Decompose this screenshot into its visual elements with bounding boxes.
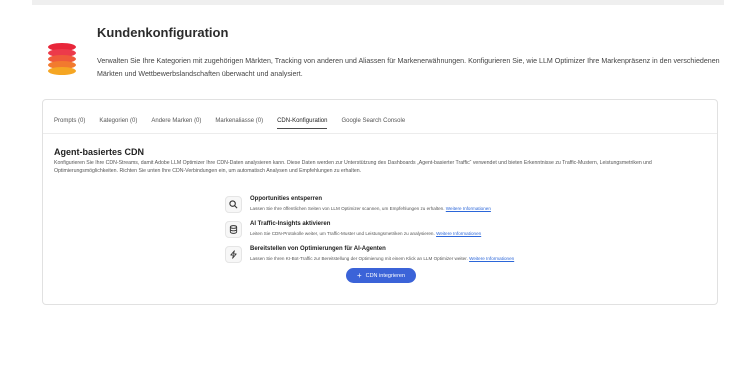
feature-title: Bereitstellen von Optimierungen für AI-A… <box>250 246 386 252</box>
tab-google-search-console[interactable]: Google Search Console <box>341 118 405 129</box>
tab-bar: Prompts (0) Kategorien (0) Andere Marken… <box>54 118 419 129</box>
tab-kategorien[interactable]: Kategorien (0) <box>99 118 137 129</box>
page-title: Kundenkonfiguration <box>97 25 229 40</box>
feature-description: Leiten Sie CDN-Protokolle weiter, um Tra… <box>250 231 481 236</box>
config-card: Prompts (0) Kategorien (0) Andere Marken… <box>42 99 718 305</box>
feature-description-text: Lassen Sie Ihre öffentlichen Seiten von … <box>250 206 445 211</box>
tab-cdn-konfiguration[interactable]: CDN-Konfiguration <box>277 118 328 129</box>
tab-markenaliasse[interactable]: Markenaliasse (0) <box>215 118 263 129</box>
plus-icon: + <box>356 270 362 280</box>
learn-more-link[interactable]: Weitere Informationen <box>469 256 514 261</box>
feature-title: AI Traffic-Insights aktivieren <box>250 221 331 227</box>
feature-title: Opportunities entsperren <box>250 196 323 202</box>
feature-description-text: Leiten Sie CDN-Protokolle weiter, um Tra… <box>250 231 435 236</box>
app-logo-icon <box>48 43 76 75</box>
search-icon <box>225 196 242 213</box>
tab-divider <box>43 133 717 134</box>
section-description: Konfigurieren Sie Ihre CDN-Streams, dami… <box>54 160 652 174</box>
cdn-integrate-label: CDN integrieren <box>365 272 406 279</box>
database-icon <box>225 221 242 238</box>
tab-prompts[interactable]: Prompts (0) <box>54 118 85 129</box>
page-description: Verwalten Sie Ihre Kategorien mit zugehö… <box>97 57 720 78</box>
feature-description: Lassen Sie Ihren KI-Bot-Traffic zur Bere… <box>250 256 514 261</box>
learn-more-link[interactable]: Weitere Informationen <box>446 206 491 211</box>
lightning-icon <box>225 246 242 263</box>
learn-more-link[interactable]: Weitere Informationen <box>436 231 481 236</box>
tab-andere-marken[interactable]: Andere Marken (0) <box>151 118 201 129</box>
section-title: Agent-basiertes CDN <box>54 147 145 157</box>
feature-description-text: Lassen Sie Ihren KI-Bot-Traffic zur Bere… <box>250 256 468 261</box>
cdn-integrate-button[interactable]: + CDN integrieren <box>346 268 416 283</box>
feature-description: Lassen Sie Ihre öffentlichen Seiten von … <box>250 206 491 211</box>
top-bar <box>32 0 724 5</box>
